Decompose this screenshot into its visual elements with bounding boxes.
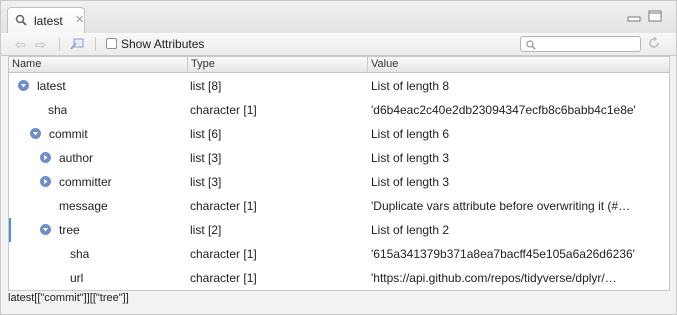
search-box[interactable]	[520, 36, 641, 52]
clean-icon[interactable]	[70, 38, 84, 53]
column-header-value[interactable]: Value	[371, 58, 398, 70]
back-arrow-icon[interactable]: ⇦	[15, 37, 26, 53]
row-type: list [3]	[190, 175, 222, 189]
object-explorer-table: Name Type Value latest list [8] List of …	[8, 56, 670, 291]
window-buttons	[623, 10, 662, 25]
column-divider	[187, 57, 188, 72]
collapsed-arrow-icon[interactable]	[40, 152, 51, 163]
row-value: '615a341379b371a8ea7bacff45e105a6a26d623…	[371, 247, 635, 261]
data-viewer-window: latest ✕ ⇦ ⇨ Show Attributes Name Type V…	[0, 0, 677, 315]
column-divider	[367, 57, 368, 72]
row-name: committer	[59, 175, 112, 189]
close-icon[interactable]: ✕	[75, 13, 84, 26]
row-value: 'd6b4eac2c40e2db23094347ecfb8c6babb4c1e8…	[371, 103, 636, 117]
expanded-arrow-icon[interactable]	[18, 80, 29, 91]
maximize-icon[interactable]	[648, 10, 662, 25]
tab-strip: latest ✕	[1, 1, 676, 34]
row-type: character [1]	[190, 103, 257, 117]
table-row[interactable]: url character [1] 'https://api.github.co…	[9, 266, 669, 290]
row-type: list [3]	[190, 151, 222, 165]
show-attributes-label: Show Attributes	[121, 37, 205, 51]
table-row-selected[interactable]: tree list [2] List of length 2	[9, 218, 669, 242]
table-row[interactable]: sha character [1] 'd6b4eac2c40e2db230943…	[9, 98, 669, 122]
row-value: List of length 3	[371, 151, 450, 165]
table-row[interactable]: message character [1] 'Duplicate vars at…	[9, 194, 669, 218]
row-value: List of length 3	[371, 175, 450, 189]
row-name: commit	[49, 127, 88, 141]
minimize-icon[interactable]	[627, 10, 641, 25]
row-value: 'https://api.github.com/repos/tidyverse/…	[371, 271, 617, 285]
row-type: list [2]	[190, 223, 222, 237]
row-type: character [1]	[190, 247, 257, 261]
row-name: author	[59, 151, 94, 165]
row-type: character [1]	[190, 199, 257, 213]
expanded-arrow-icon[interactable]	[30, 128, 41, 139]
row-type: list [8]	[190, 79, 222, 93]
forward-arrow-icon[interactable]: ⇨	[35, 37, 46, 53]
row-name: tree	[59, 223, 80, 237]
column-header-name[interactable]: Name	[12, 58, 41, 70]
row-type: character [1]	[190, 271, 257, 285]
selection-indicator	[9, 218, 11, 242]
table-row[interactable]: commit list [6] List of length 6	[9, 122, 669, 146]
search-input[interactable]	[538, 37, 636, 51]
toolbar-divider	[95, 37, 96, 51]
tab-title: latest	[34, 14, 63, 28]
table-header: Name Type Value	[9, 57, 669, 73]
row-name: url	[70, 271, 84, 285]
toolbar-divider	[59, 37, 60, 51]
table-row[interactable]: latest list [8] List of length 8	[9, 74, 669, 98]
table-row[interactable]: committer list [3] List of length 3	[9, 170, 669, 194]
expanded-arrow-icon[interactable]	[40, 224, 51, 235]
row-value: 'Duplicate vars attribute before overwri…	[371, 199, 631, 213]
search-icon	[526, 39, 536, 53]
toolbar: ⇦ ⇨ Show Attributes	[1, 33, 676, 56]
row-name: message	[59, 199, 108, 213]
search-icon	[15, 14, 27, 29]
status-path: latest[["commit"]][["tree"]]	[8, 292, 129, 304]
tab-latest[interactable]: latest ✕	[7, 7, 85, 33]
table-row[interactable]: sha character [1] '615a341379b371a8ea7ba…	[9, 242, 669, 266]
row-type: list [6]	[190, 127, 222, 141]
row-name: latest	[37, 79, 66, 93]
collapsed-arrow-icon[interactable]	[40, 176, 51, 187]
row-value: List of length 2	[371, 223, 450, 237]
column-header-type[interactable]: Type	[191, 58, 215, 70]
row-value: List of length 8	[371, 79, 450, 93]
row-value: List of length 6	[371, 127, 450, 141]
row-name: sha	[70, 247, 90, 261]
show-attributes-checkbox[interactable]	[106, 38, 117, 49]
row-name: sha	[48, 103, 68, 117]
table-row[interactable]: author list [3] List of length 3	[9, 146, 669, 170]
refresh-icon[interactable]	[647, 36, 661, 53]
